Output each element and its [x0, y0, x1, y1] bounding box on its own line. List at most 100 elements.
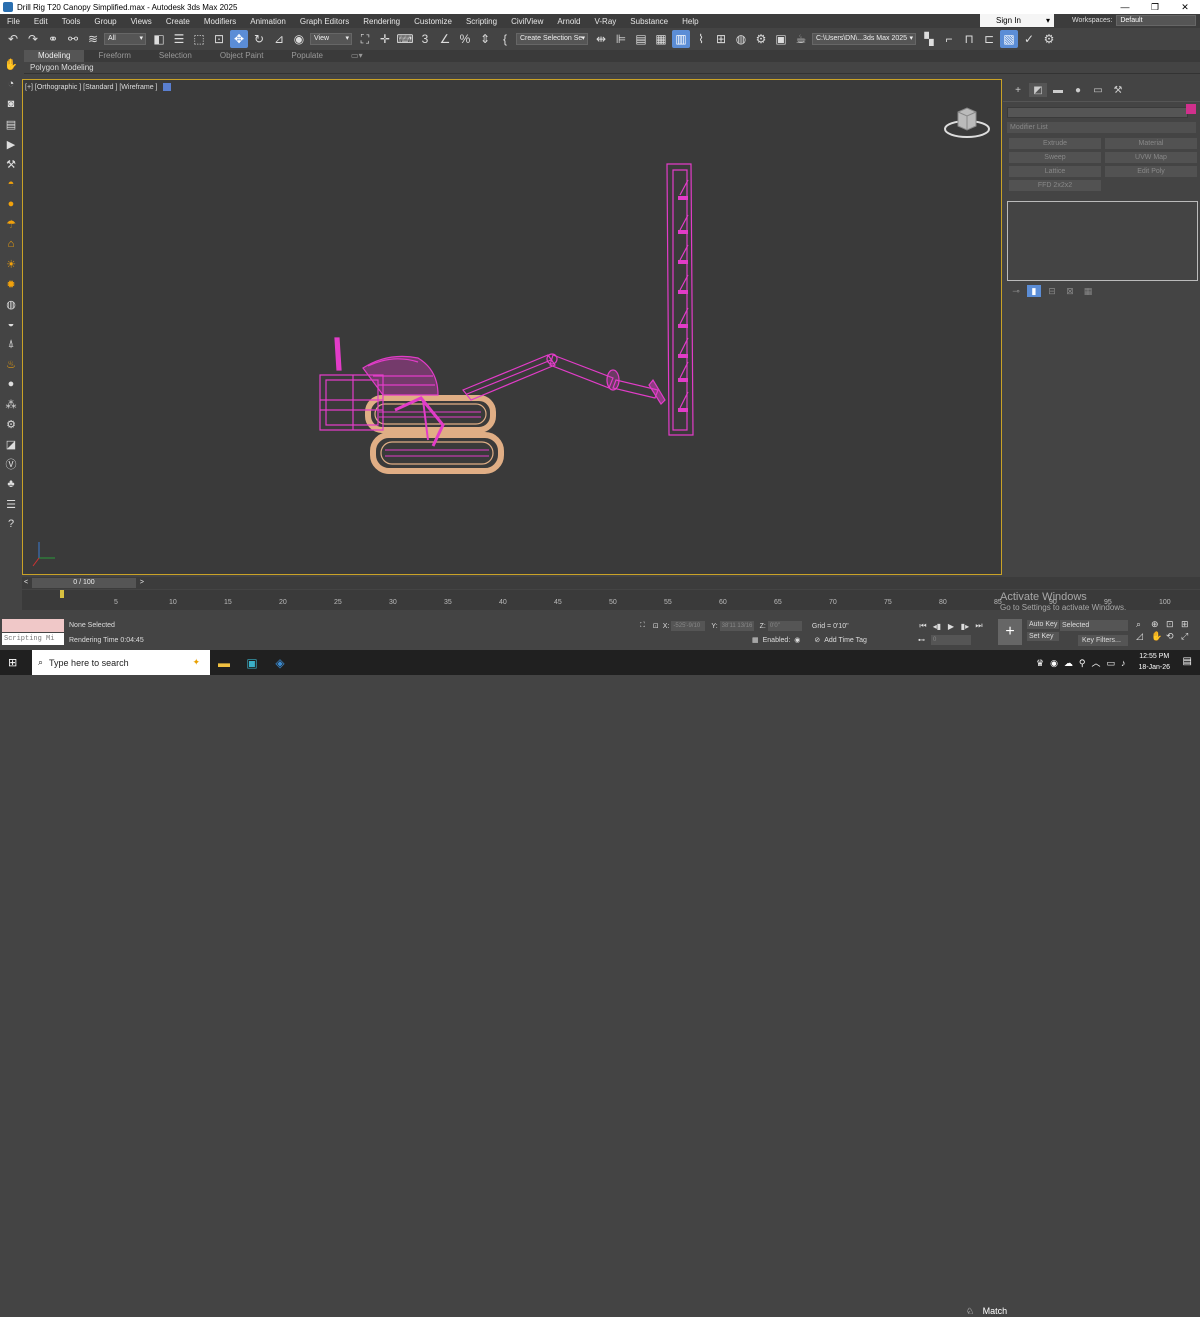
align-icon[interactable]: ⊫	[612, 30, 630, 48]
tripod-icon[interactable]: ⍋	[3, 336, 19, 352]
object-color-swatch[interactable]	[1186, 104, 1196, 114]
extrude-button[interactable]: Extrude	[1009, 138, 1101, 149]
menu-graph-editors[interactable]: Graph Editors	[293, 17, 356, 26]
project-path-select[interactable]: C:\Users\DN\...3ds Max 2025 ▾	[812, 33, 916, 45]
spinner-snap-icon[interactable]: ⇕	[476, 30, 494, 48]
ffd-button[interactable]: FFD 2x2x2	[1009, 180, 1101, 191]
x-coordinate-field[interactable]: -525'-9/10	[671, 621, 706, 631]
fire-icon[interactable]: ♨	[3, 356, 19, 372]
select-object-icon[interactable]: ◧	[150, 30, 168, 48]
menu-modifiers[interactable]: Modifiers	[197, 17, 243, 26]
file-explorer-icon[interactable]: ▬	[210, 650, 238, 675]
select-by-name-icon[interactable]: ☰	[170, 30, 188, 48]
viewport[interactable]: [+] [Orthographic ] [Standard ] [Wirefra…	[22, 79, 1002, 575]
create-icon[interactable]: ✋	[3, 56, 19, 72]
isolate-icon[interactable]: ⛶	[640, 622, 645, 630]
edit-poly-button[interactable]: Edit Poly	[1105, 166, 1197, 177]
absolute-mode-icon[interactable]: ⊡	[653, 622, 659, 630]
pin-stack-icon[interactable]: ⊸	[1009, 285, 1023, 297]
object-name-field[interactable]	[1007, 107, 1188, 118]
folder-icon[interactable]: ⌐	[940, 30, 958, 48]
enabled-toggle-icon[interactable]: ◉	[794, 636, 800, 644]
hierarchy-tab-icon[interactable]: ▬	[1049, 83, 1067, 97]
sun-icon[interactable]: ☀	[3, 256, 19, 272]
mirror-icon[interactable]: ⇹	[592, 30, 610, 48]
selection-filter-select[interactable]: All ▾	[104, 33, 146, 45]
layer-explorer-icon[interactable]: ▦	[652, 30, 670, 48]
open-icon[interactable]: ▚	[920, 30, 938, 48]
previous-frame-icon[interactable]: ◂▮	[930, 620, 944, 632]
go-to-end-icon[interactable]: ⏭	[972, 620, 986, 632]
notifications-icon[interactable]: ▤	[1183, 656, 1192, 667]
link-icon[interactable]: ⚭	[44, 30, 62, 48]
angle-snap-icon[interactable]: ∠	[436, 30, 454, 48]
window-crossing-icon[interactable]: ⊡	[210, 30, 228, 48]
snaps-toggle-icon[interactable]: 3	[416, 30, 434, 48]
key-selection-select[interactable]: Selected	[1060, 620, 1128, 631]
globe-icon[interactable]: ◍	[3, 296, 19, 312]
render-icon[interactable]: ☕	[792, 30, 810, 48]
zoom-icon[interactable]: ⌕	[1136, 619, 1151, 631]
modify-tab-icon[interactable]: ◩	[1029, 83, 1047, 97]
save-icon[interactable]: ⊓	[960, 30, 978, 48]
drill-rig-model[interactable]	[23, 80, 1001, 574]
maxscript-mini-listener[interactable]: Scripting Mi	[2, 633, 64, 645]
set-key-button[interactable]: Set Key	[1027, 632, 1060, 641]
tab-modeling[interactable]: Modeling	[24, 50, 85, 62]
zoom-extents-icon[interactable]: ⊡	[1166, 619, 1181, 631]
camera-icon[interactable]: ◙	[3, 96, 19, 112]
pivot-center-icon[interactable]: ⛶	[356, 30, 374, 48]
taskbar-search[interactable]: ⌕ Type here to search ✦	[32, 650, 210, 675]
vray-icon[interactable]: Ⓥ	[3, 456, 19, 472]
help-icon[interactable]: ?	[3, 516, 19, 532]
menu-create[interactable]: Create	[159, 17, 197, 26]
uvw-map-button[interactable]: UVW Map	[1105, 152, 1197, 163]
schematic-view-icon[interactable]: ⊞	[712, 30, 730, 48]
key-mode-icon[interactable]: ⊷	[918, 636, 925, 644]
material-editor-icon[interactable]: ◍	[732, 30, 750, 48]
plugin-icon[interactable]: ◪	[3, 436, 19, 452]
place-icon[interactable]: ◉	[290, 30, 308, 48]
sign-in-dropdown[interactable]: Sign In ▾	[980, 14, 1054, 27]
pan-icon[interactable]: ✋	[1151, 631, 1166, 643]
auto-key-button[interactable]: Auto Key	[1027, 620, 1060, 629]
brush-icon[interactable]: ⚒	[3, 156, 19, 172]
rectangular-selection-icon[interactable]: ⬚	[190, 30, 208, 48]
windows-start-icon[interactable]: ⊞	[8, 656, 20, 669]
show-end-result-icon[interactable]: ▮	[1027, 285, 1041, 297]
current-frame-field[interactable]: 0	[931, 635, 971, 645]
tab-freeform[interactable]: Freeform	[84, 50, 144, 62]
motion-tab-icon[interactable]: ●	[1069, 83, 1087, 97]
light-icon[interactable]: ◓	[3, 176, 19, 192]
maximize-button[interactable]: ❐	[1140, 0, 1170, 14]
3ds-max-icon[interactable]: ▣	[238, 650, 266, 675]
sweep-button[interactable]: Sweep	[1009, 152, 1101, 163]
video-icon[interactable]: ▶	[3, 136, 19, 152]
y-coordinate-field[interactable]: 38'11 13/16	[719, 621, 754, 631]
menu-rendering[interactable]: Rendering	[356, 17, 407, 26]
tree-icon[interactable]: ♣	[3, 476, 19, 492]
maxscript-listener[interactable]	[2, 619, 64, 632]
named-selection-select[interactable]: Create Selection Se ▾	[516, 33, 588, 45]
toggle-ribbon-icon[interactable]: ▥	[672, 30, 690, 48]
viewport-layout-icon[interactable]: ▧	[1000, 30, 1018, 48]
keyboard-shortcut-icon[interactable]: ⌨	[396, 30, 414, 48]
edit-named-selection-icon[interactable]: {	[496, 30, 514, 48]
create-tab-icon[interactable]: +	[1009, 83, 1027, 97]
gear-icon[interactable]: ⚙	[3, 416, 19, 432]
configure-sets-icon[interactable]: ▦	[1081, 285, 1095, 297]
boom-arm[interactable]	[462, 353, 666, 405]
menu-edit[interactable]: Edit	[27, 17, 55, 26]
modifier-list-select[interactable]: Modifier List	[1007, 122, 1196, 133]
adaptive-degradation-icon[interactable]: ▦	[752, 636, 759, 644]
list-icon[interactable]: ☰	[3, 496, 19, 512]
ball-icon[interactable]: ●	[3, 376, 19, 392]
rotate-icon[interactable]: ↻	[250, 30, 268, 48]
redo-icon[interactable]: ↷	[24, 30, 42, 48]
utilities-tab-icon[interactable]: ⚒	[1109, 83, 1127, 97]
app-icon[interactable]: ◈	[266, 650, 294, 675]
tab-populate[interactable]: Populate	[277, 50, 337, 62]
key-filters-button[interactable]: Key Filters...	[1078, 635, 1128, 646]
menu-customize[interactable]: Customize	[407, 17, 459, 26]
arrow-right-icon[interactable]: >	[140, 578, 144, 588]
